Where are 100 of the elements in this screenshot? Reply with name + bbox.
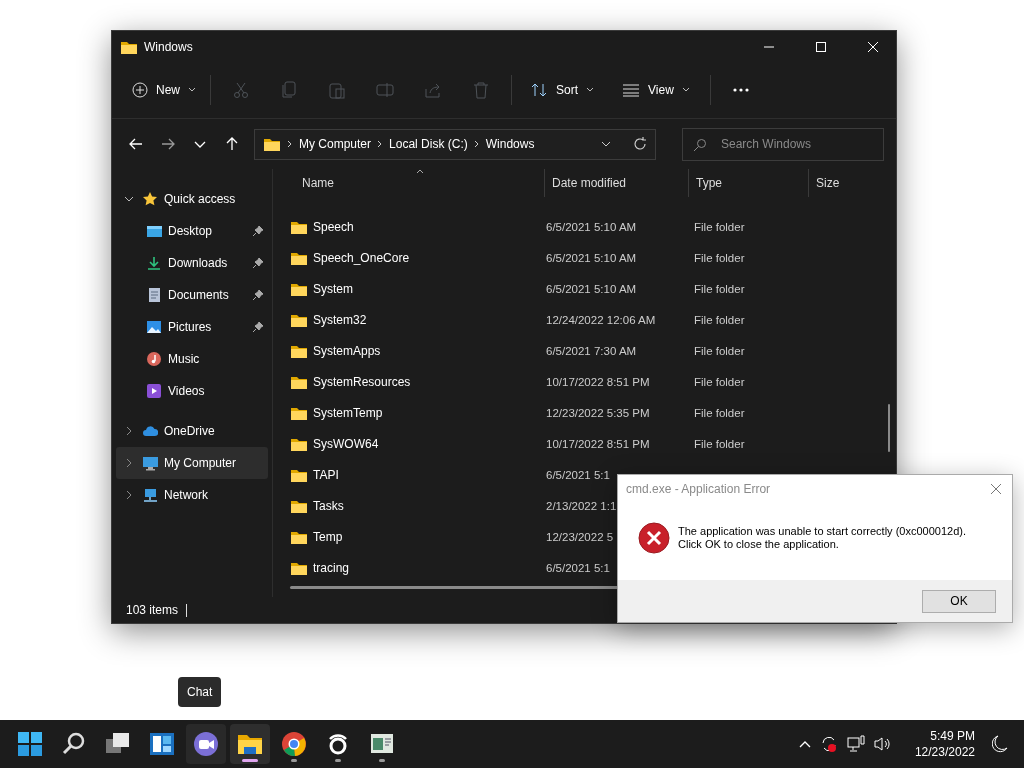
file-name[interactable]: System32 [313,312,367,327]
breadcrumb[interactable]: Local Disk (C:) [389,137,468,151]
sidebar-item[interactable]: My Computer [116,447,268,479]
chevron-icon [377,140,384,148]
clipboard-icon [328,81,346,99]
new-button[interactable]: New [124,74,204,106]
volume-icon[interactable] [873,736,892,752]
download-icon [146,255,162,271]
cloud-icon [142,423,158,439]
more-icon [732,88,749,92]
date-cell: 6/5/2021 5:1 [546,561,610,574]
tooltip: Chat [178,677,222,707]
column-header[interactable]: Size [808,169,888,197]
sidebar-item[interactable]: Pictures [116,311,268,343]
vertical-scrollbar[interactable] [888,404,890,452]
type-cell: File folder [694,375,745,388]
file-name[interactable]: System [313,281,353,296]
file-name[interactable]: Speech [313,219,354,234]
sidebar-item[interactable]: Documents [116,279,268,311]
sync-error-icon[interactable] [819,735,838,753]
plus-icon [132,82,148,98]
type-cell: File folder [694,406,745,419]
type-cell: File folder [694,220,745,233]
video-icon [146,383,162,399]
breadcrumb[interactable]: Windows [485,137,535,151]
dialog-title: cmd.exe - Application Error [626,481,772,496]
rename-icon [376,81,394,99]
sidebar-item[interactable]: Quick access [116,183,268,215]
column-header[interactable]: Date modified [544,169,688,197]
item-count: 103 items [126,603,179,617]
file-name[interactable]: TAPI [313,467,339,482]
file-name[interactable]: Temp [313,529,343,544]
up-arrow-icon [224,136,240,152]
date-cell: 12/23/2022 5:35 PM [546,406,650,419]
caret-icon [601,141,611,147]
clock[interactable]: 5:49 PM 12/23/2022 [914,728,975,760]
date-cell: 6/5/2021 5:10 AM [546,220,637,233]
error-message: Click OK to close the application. [678,538,840,551]
taskbar-button[interactable] [230,724,270,764]
caret-icon [188,87,196,93]
widgets-icon [148,730,176,758]
date-cell: 6/5/2021 5:10 AM [546,251,637,264]
close-icon[interactable] [990,482,1002,495]
folder-icon [263,136,281,152]
trash-icon [472,81,490,99]
file-name[interactable]: SystemApps [313,343,381,358]
copy-icon [280,81,298,99]
error-icon [638,522,670,554]
breadcrumb[interactable]: My Computer [299,137,372,151]
view-button[interactable]: View [614,74,698,106]
network-icon[interactable] [846,735,865,753]
back-arrow-icon [128,136,144,152]
date-cell: 12/24/2022 12:06 AM [546,313,656,326]
sort-icon [530,82,548,98]
file-name[interactable]: SystemTemp [313,405,383,420]
date-cell: 10/17/2022 8:51 PM [546,437,650,450]
error-message: The application was unable to start correctly (0xc000012d). [678,525,966,538]
file-name[interactable]: Speech_OneCore [313,250,410,265]
close-icon [867,40,879,53]
taskbar-button[interactable] [186,724,226,764]
sidebar-item[interactable]: Desktop [116,215,268,247]
type-cell: File folder [694,437,745,450]
column-header[interactable]: Type [688,169,808,197]
chevron-up-icon[interactable] [798,740,811,748]
date-cell: 10/17/2022 8:51 PM [546,375,650,388]
video-chat-icon [192,730,220,758]
start-icon [16,730,44,758]
moon-icon[interactable] [992,735,1008,753]
ok-button[interactable]: OK [922,589,996,613]
file-name[interactable]: SystemResources [313,374,411,389]
caret-icon [586,87,595,93]
file-name[interactable]: SysWOW64 [313,436,379,451]
refresh-icon[interactable] [633,137,647,151]
sidebar-item[interactable]: Network [116,479,268,511]
sidebar-item[interactable]: Videos [116,375,268,407]
search-field[interactable]: Search Windows [682,127,884,161]
chevron-icon [287,140,293,148]
search-icon [693,137,707,152]
star-icon [142,191,158,207]
type-cell: File folder [694,313,745,326]
sidebar-item[interactable]: Music [116,343,268,375]
sidebar-item[interactable]: Downloads [116,247,268,279]
address-bar[interactable]: My Computer Local Disk (C:) Windows [254,128,656,160]
browser-icon [280,730,308,758]
window-title: Windows [144,39,194,54]
file-name[interactable]: tracing [313,560,350,575]
horizontal-scrollbar[interactable] [290,586,620,589]
sort-button[interactable]: Sort [522,74,603,106]
caret-icon [681,87,690,93]
picture-icon [146,319,162,335]
cut-icon [232,81,250,99]
type-cell: File folder [694,251,745,264]
list-view-icon [622,83,641,97]
date-cell: 6/5/2021 7:30 AM [546,344,637,357]
forward-arrow-icon [160,136,176,152]
sidebar-item[interactable]: OneDrive [116,415,268,447]
monitor-icon [142,455,158,471]
date-cell: 6/5/2021 5:1 [546,468,610,481]
column-header[interactable]: Name [273,169,544,197]
file-name[interactable]: Tasks [313,498,344,513]
